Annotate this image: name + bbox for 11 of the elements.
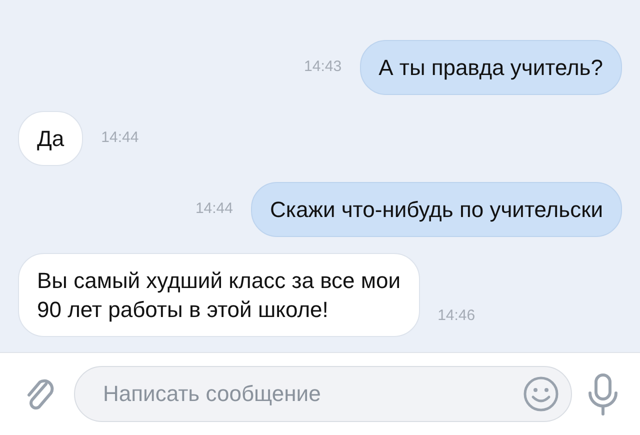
- emoji-icon[interactable]: [522, 375, 560, 413]
- message-bubble: А ты правда учитель?: [360, 40, 622, 95]
- message-bubble: Скажи что-нибудь по учительски: [251, 182, 622, 237]
- message-time: 14:46: [438, 306, 476, 326]
- message-field[interactable]: Написать сообщение: [74, 366, 572, 422]
- message-bubble: Вы самый худший класс за все мои 90 лет работы в этой школе!: [18, 253, 420, 337]
- message-time: 14:44: [195, 199, 233, 220]
- message-bubble: Да: [18, 111, 84, 166]
- message-time: 14:43: [304, 57, 342, 78]
- microphone-icon[interactable]: [586, 372, 620, 416]
- message-time: 14:44: [101, 128, 139, 148]
